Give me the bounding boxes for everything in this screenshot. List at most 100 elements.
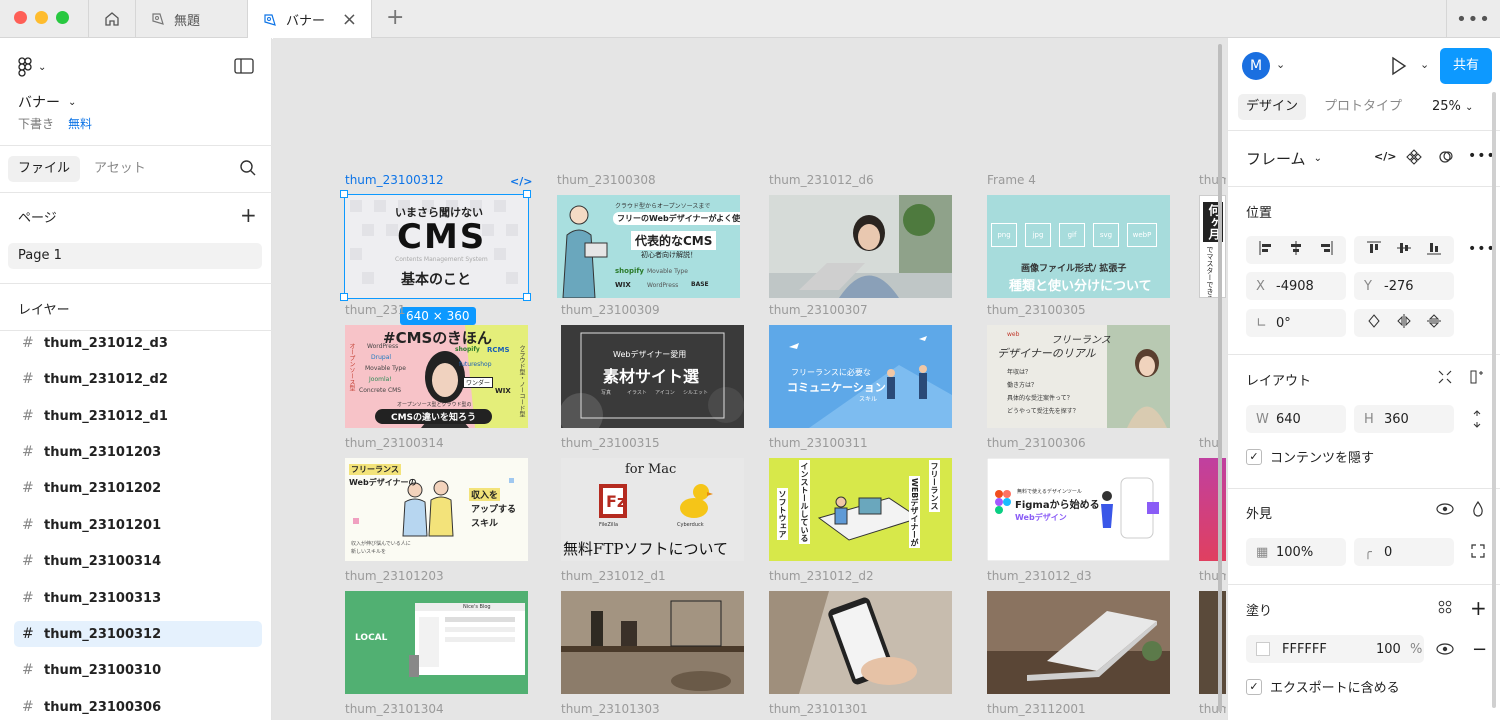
thumbnail-photo-shelf[interactable]: [561, 591, 744, 694]
sidebar-toggle-icon[interactable]: [234, 58, 254, 78]
page-item[interactable]: Page 1: [8, 243, 262, 269]
frame-label[interactable]: thu: [1199, 436, 1219, 450]
thumbnail-install-software[interactable]: インストールしている ソフトウェア フリーランス WEBデザイナーが: [769, 458, 952, 561]
layer-item[interactable]: # thum_231012_d3: [14, 330, 262, 356]
add-page-button[interactable]: +: [240, 203, 257, 227]
layer-item[interactable]: # thum_23100313: [14, 585, 262, 611]
eye-icon[interactable]: [1436, 643, 1454, 659]
frame-label[interactable]: thum_231012_d1: [561, 569, 666, 583]
rotation-field[interactable]: ∟ 0°: [1246, 309, 1346, 337]
frame-label[interactable]: thum_23101203: [345, 569, 444, 583]
play-icon[interactable]: [1390, 56, 1408, 80]
thumbnail-figma-webdesign[interactable]: 無料で使えるデザインツール Figmaから始める Webデザイン: [987, 458, 1170, 561]
resize-handle[interactable]: [523, 190, 531, 198]
frame-label[interactable]: thum_231012_d6: [769, 173, 874, 187]
draft-label[interactable]: 下書き: [18, 115, 54, 132]
canvas-scrollbar[interactable]: [1218, 44, 1222, 712]
frame-label[interactable]: thum_23100307: [769, 303, 868, 317]
styles-icon[interactable]: [1438, 600, 1452, 618]
fill-color-field[interactable]: FFFFFF 100 %: [1246, 635, 1424, 663]
color-swatch[interactable]: [1256, 642, 1270, 656]
frame-label[interactable]: thum_23100309: [561, 303, 660, 317]
opacity-field[interactable]: ▦ 100%: [1246, 538, 1346, 566]
thumbnail-photo-woman-laptop[interactable]: [769, 195, 952, 298]
collapse-icon[interactable]: [1438, 370, 1452, 388]
eye-icon[interactable]: [1436, 503, 1454, 519]
thumbnail-photo-phone[interactable]: [769, 591, 952, 694]
tab-banner[interactable]: バナー ×: [248, 0, 372, 39]
layer-item[interactable]: # thum_23100306: [14, 694, 262, 720]
chevron-down-icon[interactable]: ⌄: [1276, 58, 1285, 71]
close-tab-icon[interactable]: ×: [342, 9, 357, 30]
frame-label[interactable]: thum_23100308: [557, 173, 656, 187]
search-icon[interactable]: [239, 159, 257, 181]
thumbnail-ftp-software[interactable]: for Mac Fz FileZilla Cyberduck 無料FTPソフトに…: [561, 458, 744, 561]
maximize-window-button[interactable]: [56, 11, 69, 24]
frame-label[interactable]: thum_231012_d3: [987, 569, 1092, 583]
thumbnail-local[interactable]: LOCAL Nice's Blog: [345, 591, 528, 694]
layer-item[interactable]: # thum_23100310: [14, 657, 262, 683]
close-window-button[interactable]: [14, 11, 27, 24]
layer-item[interactable]: # thum_231012_d1: [14, 403, 262, 429]
code-icon[interactable]: </>: [1374, 150, 1396, 163]
frame-label[interactable]: Frame 4: [987, 173, 1036, 187]
flip-horizontal-icon[interactable]: [1397, 314, 1411, 332]
avatar[interactable]: M: [1242, 52, 1270, 80]
align-middle-icon[interactable]: [1397, 241, 1411, 259]
tab-prototype[interactable]: プロトタイプ: [1316, 94, 1410, 120]
add-fill-button[interactable]: +: [1470, 596, 1487, 620]
frame-label[interactable]: thum_23112001: [987, 702, 1086, 716]
layer-item[interactable]: # thum_23101201: [14, 512, 262, 538]
y-position-field[interactable]: Y -276: [1354, 272, 1454, 300]
frame-label[interactable]: thum_23100305: [987, 303, 1086, 317]
frame-label[interactable]: thum_23101304: [345, 702, 444, 716]
resize-handle[interactable]: [523, 293, 531, 301]
individual-corners-icon[interactable]: [1471, 544, 1485, 562]
resize-handle[interactable]: [340, 293, 348, 301]
frame-label[interactable]: thum_231012_d2: [769, 569, 874, 583]
resize-handle[interactable]: [340, 190, 348, 198]
code-icon[interactable]: </>: [510, 175, 532, 188]
tab-assets[interactable]: アセット: [84, 156, 156, 182]
frame-label[interactable]: thum_23101303: [561, 702, 660, 716]
flip-vertical-icon[interactable]: [1427, 314, 1441, 332]
design-canvas[interactable]: thum_23100312 </> thum_23100308 thum_231…: [273, 38, 1226, 720]
layer-item[interactable]: # thum_23101202: [14, 475, 262, 501]
thumbnail-webdesigner-cms[interactable]: クラウド型からオープンソースまで フリーのWebデザイナーがよく使う 代表的なC…: [557, 195, 740, 298]
panel-scrollbar[interactable]: [1492, 92, 1496, 708]
thumbnail-communication[interactable]: フリーランスに必要な コミュニケーション スキル: [769, 325, 952, 428]
frame-label[interactable]: thum_23100306: [987, 436, 1086, 450]
tab-design[interactable]: デザイン: [1238, 94, 1307, 120]
mask-icon[interactable]: [1438, 149, 1454, 169]
new-tab-button[interactable]: +: [386, 5, 404, 30]
share-button[interactable]: 共有: [1440, 48, 1492, 84]
height-field[interactable]: H 360: [1354, 405, 1454, 433]
layer-item[interactable]: # thum_231012_d2: [14, 366, 262, 392]
frame-type-dropdown[interactable]: フレーム ⌄: [1246, 148, 1322, 169]
x-position-field[interactable]: X -4908: [1246, 272, 1346, 300]
tab-files[interactable]: ファイル: [8, 156, 81, 182]
minimize-window-button[interactable]: [35, 11, 48, 24]
home-tab[interactable]: [88, 0, 136, 38]
clip-content-checkbox[interactable]: ✓ コンテンツを隠す: [1246, 447, 1374, 466]
auto-layout-icon[interactable]: [1470, 370, 1484, 388]
thumbnail-income-up[interactable]: フリーランス Webデザイナーの 収入を アップする スキル 収入が伸び悩んでい…: [345, 458, 528, 561]
thumbnail-freelance-real[interactable]: web フリーランス デザイナーのリアル 年収は？ 働き方は？ 具体的な受注案件…: [987, 325, 1170, 428]
zoom-level[interactable]: 25% ⌄: [1432, 99, 1473, 114]
align-right-icon[interactable]: [1319, 241, 1333, 259]
frame-label[interactable]: thum_23100312: [345, 173, 444, 187]
frame-label[interactable]: thum_231: [345, 303, 406, 317]
layer-item[interactable]: # thum_23100314: [14, 548, 262, 574]
align-left-icon[interactable]: [1259, 241, 1273, 259]
align-center-icon[interactable]: [1289, 241, 1303, 259]
align-top-icon[interactable]: [1367, 241, 1381, 259]
thumbnail-sozai-site[interactable]: Webデザイナー愛用 素材サイト選 写真 イラスト アイコン シルエット: [561, 325, 744, 428]
thumbnail-photo-laptop[interactable]: [987, 591, 1170, 694]
tab-untitled[interactable]: 無題: [136, 0, 248, 38]
frame-label[interactable]: thum_23100311: [769, 436, 868, 450]
frame-label[interactable]: thum_23100314: [345, 436, 444, 450]
remove-fill-button[interactable]: −: [1472, 639, 1487, 660]
width-field[interactable]: W 640: [1246, 405, 1346, 433]
plan-badge[interactable]: 無料: [68, 115, 92, 132]
layer-item[interactable]: # thum_23101203: [14, 439, 262, 465]
